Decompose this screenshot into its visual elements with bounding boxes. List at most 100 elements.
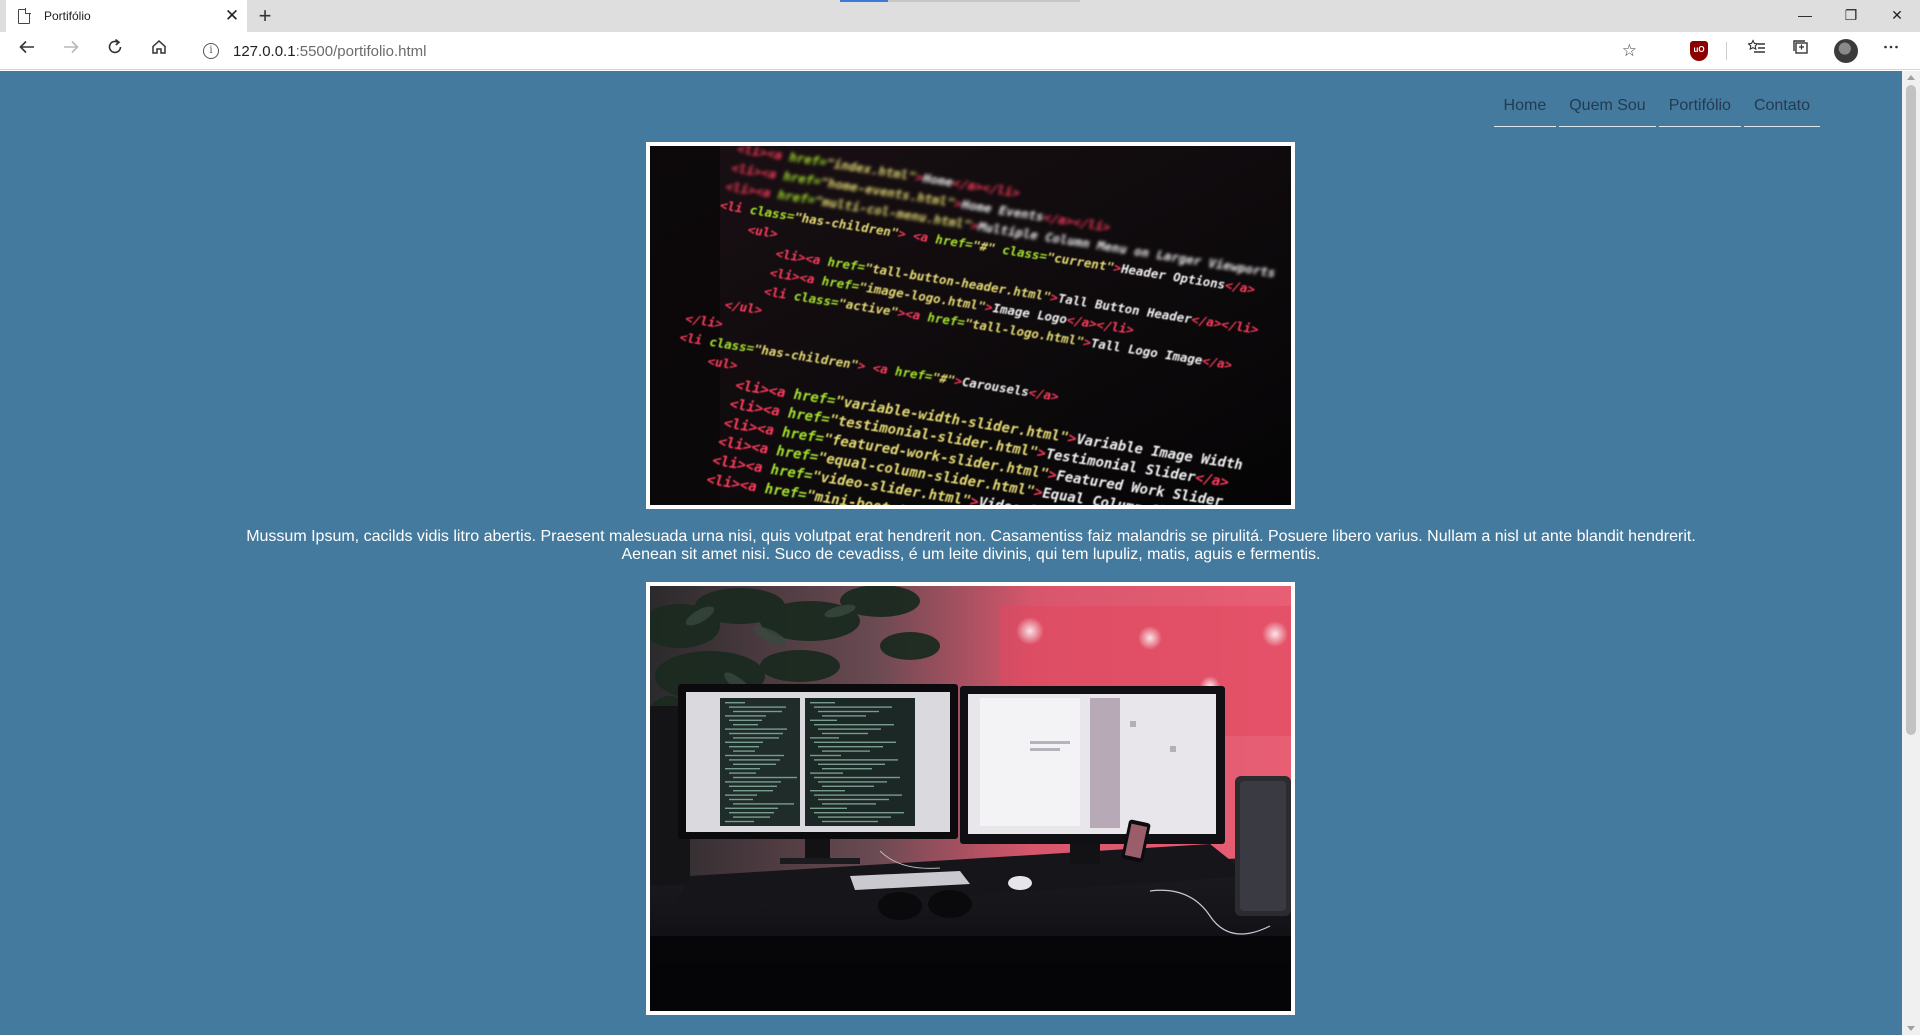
monitor-code-dash (733, 737, 779, 739)
monitor-code-dash (818, 710, 879, 713)
monitor-code-dash (810, 737, 839, 739)
monitor-code-dash (725, 754, 784, 757)
monitor-code-dash (822, 750, 870, 752)
collections-icon[interactable] (1786, 37, 1816, 65)
monitor-code-dash (822, 732, 868, 735)
loading-indicator (840, 0, 888, 2)
tab-strip: Portifólio ✕ + — ❐ ✕ (0, 0, 1920, 32)
desk-setup-image (650, 586, 1291, 1011)
monitor-code-dash (814, 759, 898, 761)
monitor-code-dash (729, 785, 777, 787)
refresh-icon[interactable] (100, 37, 130, 65)
monitor-code-dash (818, 798, 889, 801)
home-icon[interactable] (144, 37, 174, 65)
monitor-code-dash (822, 803, 876, 805)
url-host: 127.0.0.1 (233, 42, 296, 60)
monitor-code-dash (733, 803, 794, 805)
monitor-code-dash (818, 763, 885, 765)
close-window-button[interactable]: ✕ (1874, 0, 1920, 30)
monitor-code-dash (725, 820, 754, 823)
vertical-scrollbar[interactable] (1902, 71, 1920, 1035)
monitor-code-dash (733, 750, 755, 752)
url-path: :5500/portifolio.html (295, 42, 427, 60)
monitor-code-dash (729, 798, 753, 801)
monitor-code-dash (733, 776, 797, 779)
browser-toolbar: i 127.0.0.1 :5500/portifolio.html ☆ uO (0, 32, 1920, 70)
monitor-code-dash (810, 807, 847, 809)
monitor-code-dash (725, 728, 787, 730)
monitor-code-dash (810, 719, 837, 721)
monitor-code-dash (725, 781, 781, 783)
monitor-code-dash (733, 710, 782, 713)
page-icon (18, 8, 31, 24)
monitor-code-dash (810, 702, 835, 704)
profile-avatar[interactable] (1834, 39, 1858, 63)
monitor-code-dash (822, 715, 866, 717)
restore-button[interactable]: ❐ (1828, 0, 1874, 30)
monitor-code-dash (822, 785, 874, 787)
monitor-code-dash (810, 754, 841, 757)
nav-portifolio[interactable]: Portifólio (1658, 91, 1741, 127)
favorite-star-icon[interactable]: ☆ (1622, 41, 1637, 61)
monitor-code-dash (814, 794, 902, 796)
monitor-code-dash (729, 746, 759, 748)
monitor-code-dash (810, 790, 845, 792)
monitor-code-dash (729, 772, 756, 774)
monitor-code-dash (733, 763, 776, 765)
more-icon[interactable] (1876, 37, 1906, 65)
monitor-code-dash (729, 719, 762, 721)
monitor-code-dash (725, 768, 760, 770)
tab-title: Portifólio (44, 9, 91, 23)
monitor-code-dash (725, 741, 763, 743)
description-line-2: Aenean sit amet nisi. Suco de cevadiss, … (621, 546, 1321, 563)
monitor-code-dash (818, 728, 881, 730)
monitor-code-dash (818, 816, 891, 818)
new-tab-button[interactable]: + (252, 3, 278, 29)
desk-setup-photo (646, 582, 1295, 1015)
scroll-down-arrow[interactable] (1907, 1026, 1915, 1031)
tab-close-icon[interactable]: ✕ (217, 6, 247, 26)
monitor-code-dash (729, 732, 783, 735)
monitor-code-dash (725, 715, 766, 717)
nav-contato[interactable]: Contato (1743, 91, 1820, 127)
monitor-code-dash (814, 724, 894, 726)
monitor-code-dash (822, 820, 878, 823)
nav-home[interactable]: Home (1493, 91, 1557, 127)
ublock-icon[interactable]: uO (1690, 41, 1708, 61)
toolbar-separator (1726, 42, 1727, 60)
nav-quem-sou[interactable]: Quem Sou (1559, 91, 1656, 127)
tab-indicator-track (888, 0, 1080, 2)
monitor-code-dash (814, 812, 904, 814)
page-viewport: Home Quem Sou Portifólio Contato <li><a … (0, 71, 1902, 1035)
site-info-icon[interactable]: i (203, 43, 219, 59)
favorites-icon[interactable] (1742, 37, 1772, 65)
monitor-code-dash (733, 816, 770, 818)
monitor-code-dash (814, 706, 892, 708)
monitor-code-dash (725, 794, 757, 796)
monitor-code-dash (729, 706, 786, 708)
scroll-up-arrow[interactable] (1907, 75, 1915, 80)
portfolio-description: Mussum Ipsum, cacilds vidis litro aberti… (0, 528, 1902, 564)
address-bar[interactable]: i 127.0.0.1 :5500/portifolio.html ☆ (187, 36, 1647, 66)
main-nav: Home Quem Sou Portifólio Contato (1493, 91, 1820, 127)
monitor-code-dash (733, 790, 773, 792)
browser-tab[interactable]: Portifólio ✕ (6, 0, 247, 32)
monitor-code-dash (810, 772, 843, 774)
description-line-1: Mussum Ipsum, cacilds vidis litro aberti… (246, 528, 1696, 545)
code-photo: <li><a href="index.html">Home</a></li> <l… (646, 142, 1295, 509)
back-icon[interactable] (12, 37, 42, 65)
monitor-code-dash (725, 702, 745, 704)
minimize-button[interactable]: — (1782, 0, 1828, 30)
monitor-code-dash (729, 759, 780, 761)
monitor-code-dash (814, 776, 900, 779)
monitor-code-dash (818, 746, 883, 748)
forward-icon[interactable] (56, 37, 86, 65)
monitor-code-dash (729, 812, 774, 814)
monitor-code-dash (822, 768, 872, 770)
scroll-thumb[interactable] (1906, 85, 1916, 735)
monitor-code-dash (818, 781, 887, 783)
monitor-code-dash (814, 741, 896, 743)
monitor-code-dash (733, 724, 758, 726)
monitor-code-dash (725, 807, 778, 809)
code-photo-image: <li><a href="index.html">Home</a></li><l… (650, 146, 1291, 505)
